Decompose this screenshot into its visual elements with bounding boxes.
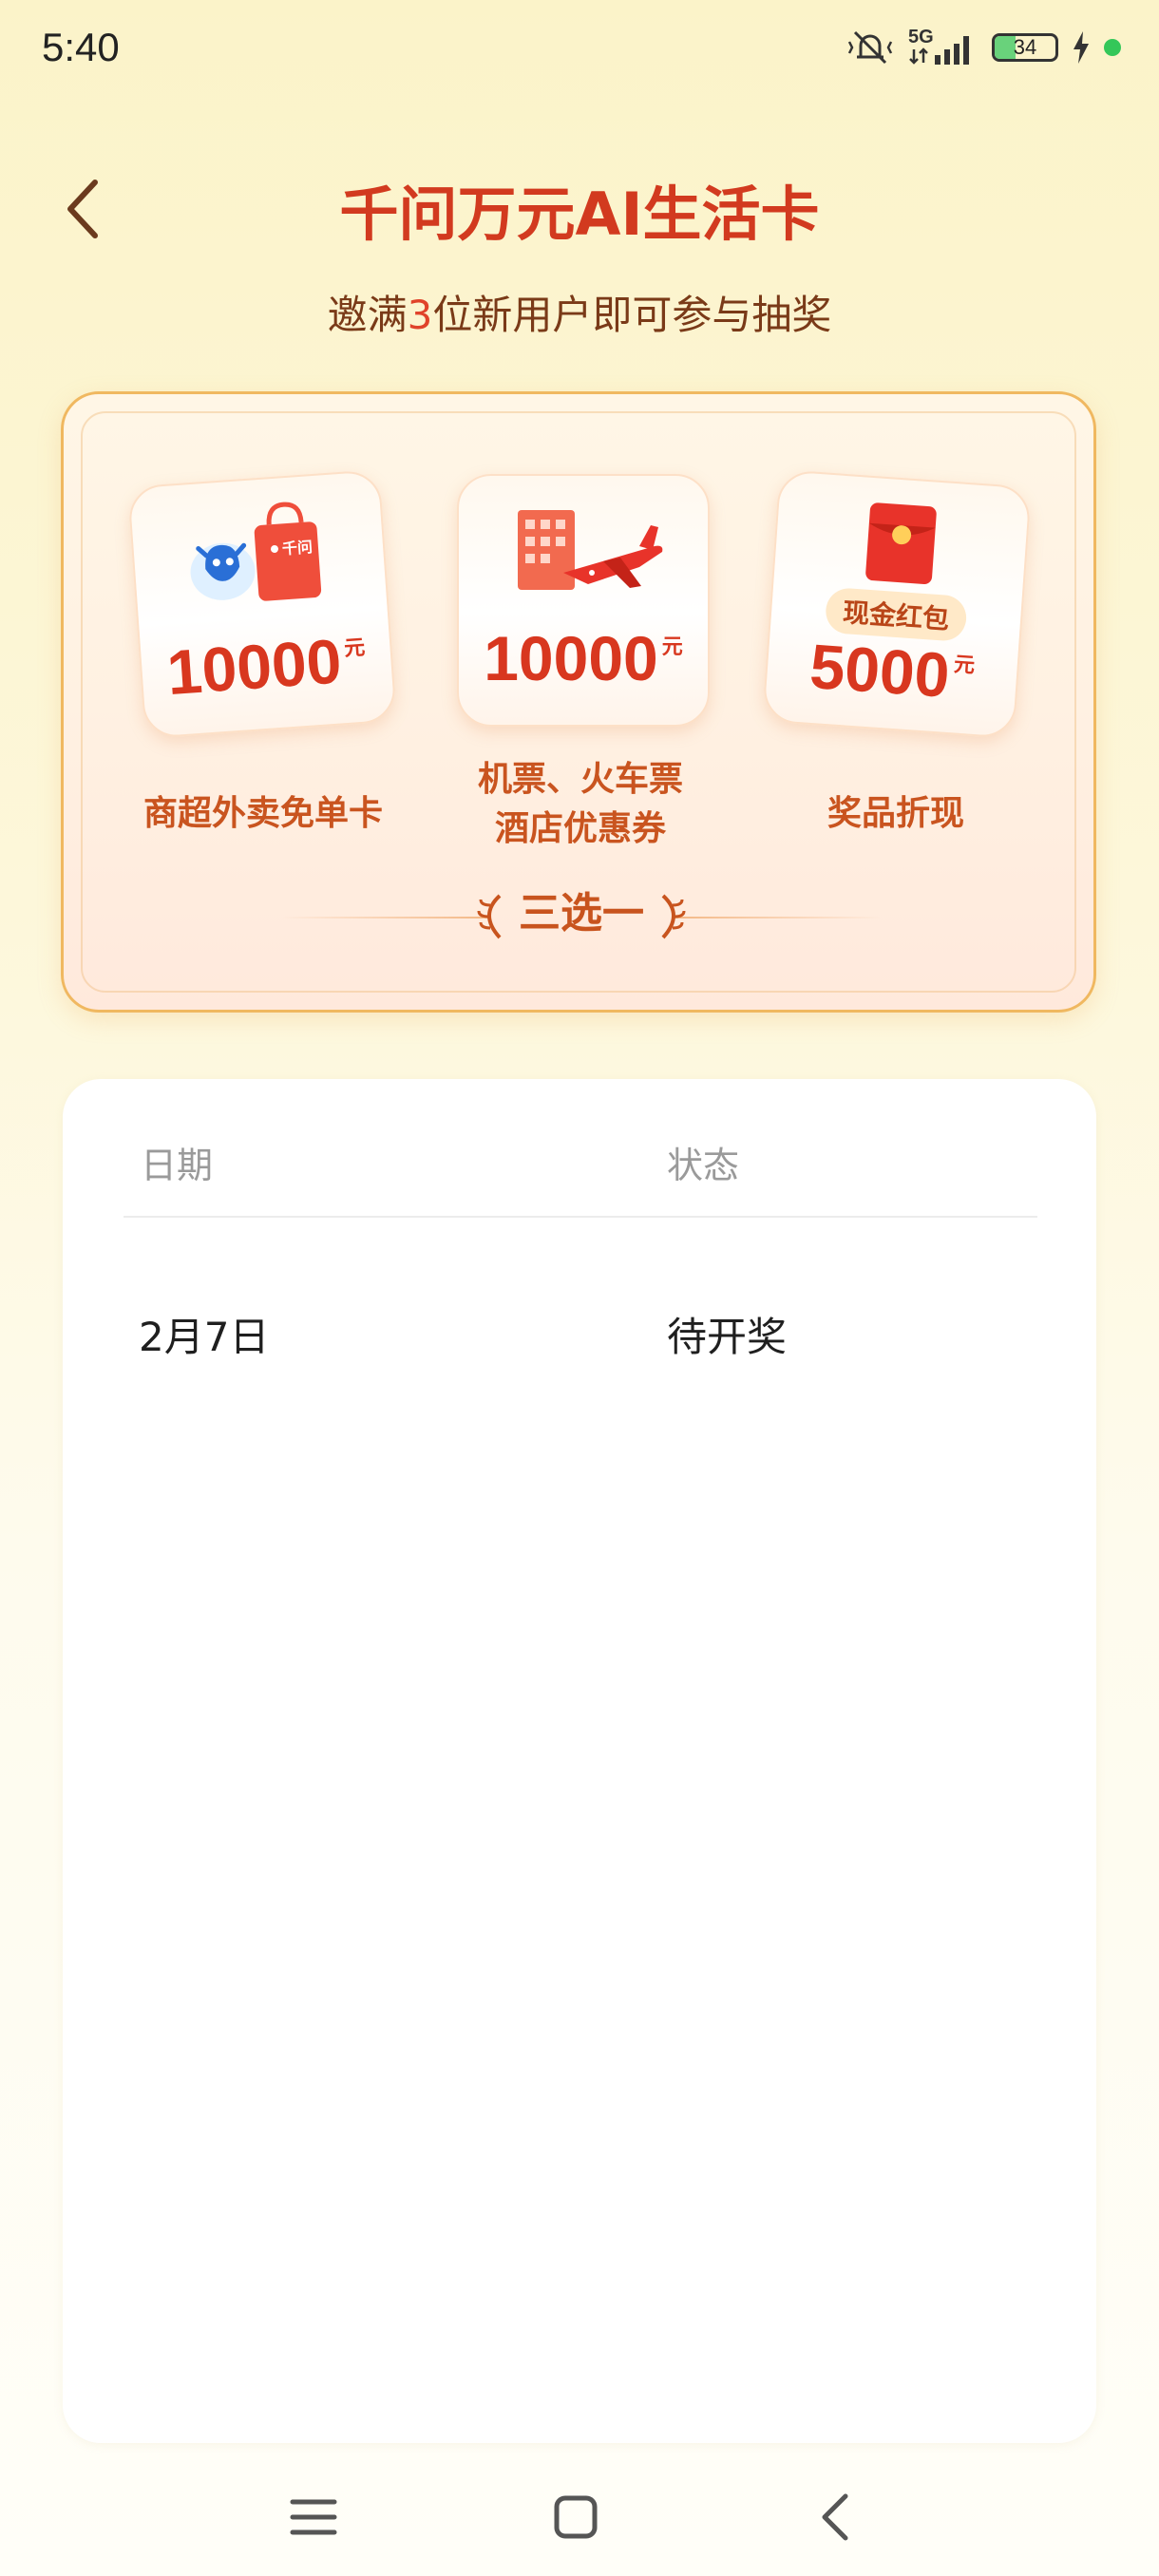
status-bar: 5:40 5G 34 (0, 0, 1159, 104)
shopping-bag-icon: 千问 (190, 502, 322, 601)
table-divider (124, 1216, 1037, 1218)
table-header-status: 状态 (667, 1145, 740, 1186)
row-date: 2月7日 (139, 1314, 270, 1360)
mute-vibrate-icon (847, 30, 893, 65)
prize-amount: 10000元 (484, 623, 683, 693)
battery-level: 34 (1013, 35, 1037, 59)
charging-icon (1074, 31, 1089, 64)
row-status: 待开奖 (667, 1314, 788, 1360)
bag-logo-text: 千问 (281, 538, 313, 558)
status-icons: 5G 34 (846, 27, 1121, 66)
prize-label: 奖品折现 (826, 794, 964, 833)
table-header-date: 日期 (141, 1145, 214, 1186)
prize-tile: 10000 元 (457, 474, 710, 727)
privacy-indicator-dot (1104, 39, 1121, 56)
home-icon[interactable] (538, 2479, 614, 2555)
menu-icon[interactable] (276, 2479, 352, 2555)
prize-card: 千问 10000元 商超外卖免单卡 10000 元 机票、火车票 酒店优惠券 现… (61, 391, 1096, 1013)
laurel-right-icon (661, 894, 686, 939)
red-envelope-icon (865, 502, 937, 584)
battery-icon: 34 (992, 33, 1058, 62)
draw-records-table: 日期 状态 2月7日 待开奖 (63, 1079, 1096, 2443)
page-title: 千问万元AI生活卡 (339, 180, 820, 249)
page-subtitle: 邀满3位新用户即可参与抽奖 (0, 283, 1159, 341)
system-navigation-bar (0, 2451, 1159, 2576)
airplane-hotel-icon (518, 510, 663, 590)
subtitle-number: 3 (407, 292, 433, 338)
status-time: 5:40 (42, 25, 120, 69)
nav-back-icon[interactable] (800, 2479, 876, 2555)
signal-indicator: 5G (908, 27, 978, 66)
prize-amount: 5000元 (808, 630, 977, 710)
prize-label-line1: 机票、火车票 (477, 760, 683, 799)
subtitle-suffix: 位新用户即可参与抽奖 (432, 292, 832, 338)
prize-tile: 现金红包 5000元 (762, 469, 1032, 739)
signal-icon (909, 36, 969, 65)
prize-tile: 千问 10000元 (127, 469, 397, 739)
subtitle-prefix: 邀满 (327, 292, 408, 338)
laurel-left-icon (477, 894, 502, 939)
prize-amount: 10000元 (164, 625, 367, 709)
prize-label: 商超外卖免单卡 (142, 794, 383, 833)
prize-label-line2: 酒店优惠券 (494, 809, 666, 848)
choose-one-label: 三选一 (64, 879, 1099, 939)
